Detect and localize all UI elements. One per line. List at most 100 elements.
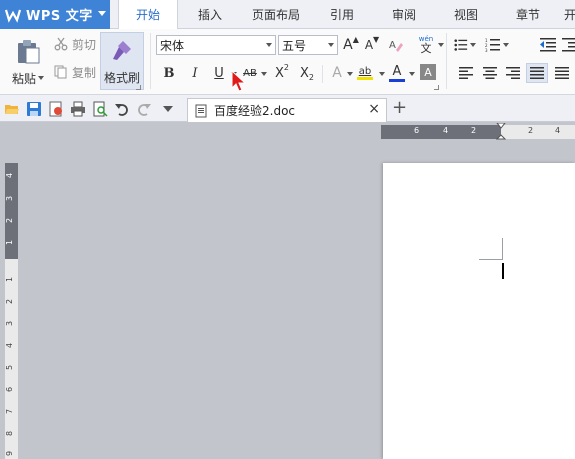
bullet-list-icon bbox=[454, 39, 468, 51]
superscript-button[interactable]: X2 bbox=[272, 63, 292, 83]
chevron-down-icon bbox=[438, 43, 444, 47]
character-shading-button[interactable]: A bbox=[420, 64, 436, 80]
grow-font-icon: A bbox=[343, 37, 353, 53]
divider bbox=[446, 33, 447, 89]
decrease-indent-button[interactable] bbox=[538, 35, 558, 55]
export-pdf-icon[interactable] bbox=[48, 101, 64, 117]
align-center-button[interactable] bbox=[482, 65, 498, 81]
align-left-icon bbox=[459, 67, 473, 79]
numbered-list-icon: 1 2 3 bbox=[485, 38, 500, 52]
align-justify-icon bbox=[530, 67, 544, 79]
grow-font-button[interactable]: A ▲ bbox=[342, 35, 360, 55]
eraser-icon: A bbox=[389, 40, 403, 52]
copy-button[interactable]: 复制 bbox=[52, 63, 98, 81]
undo-icon[interactable] bbox=[114, 101, 130, 117]
chevron-down-icon bbox=[347, 72, 353, 76]
paste-icon bbox=[18, 39, 40, 63]
app-menu-button[interactable]: WPS 文字 bbox=[0, 0, 110, 29]
watermark-logo: Bai 经验 bbox=[435, 401, 521, 426]
horizontal-ruler[interactable]: 6 4 2 2 4 bbox=[381, 123, 575, 141]
clear-format-button[interactable]: A bbox=[386, 35, 406, 55]
pinyin-guide-button[interactable]: wén 文 bbox=[412, 33, 440, 55]
margin-marker bbox=[479, 259, 502, 260]
align-center-icon bbox=[483, 67, 497, 79]
tab-review[interactable]: 审阅 bbox=[380, 0, 428, 29]
font-color-bar bbox=[389, 78, 405, 82]
cut-button[interactable]: 剪切 bbox=[52, 35, 98, 53]
tab-insert[interactable]: 插入 bbox=[186, 0, 234, 29]
save-icon[interactable] bbox=[26, 101, 42, 117]
format-painter-button[interactable]: 格式刷 bbox=[100, 32, 144, 90]
shrink-font-button[interactable]: A ▼ bbox=[363, 35, 381, 55]
underline-button[interactable]: U bbox=[210, 63, 228, 83]
document-icon bbox=[195, 104, 207, 117]
ruler-tick: 5 bbox=[5, 364, 15, 371]
ruler-tick: 4 bbox=[443, 126, 449, 135]
tab-page-layout[interactable]: 页面布局 bbox=[244, 0, 308, 29]
document-tab[interactable]: 百度经验2.doc × bbox=[187, 98, 387, 122]
ruler-text-area: 1 2 3 4 5 6 7 8 9 bbox=[5, 259, 18, 459]
indent-icon bbox=[562, 38, 575, 52]
vertical-ruler[interactable]: 4 3 2 1 1 2 3 4 5 6 7 8 9 bbox=[5, 163, 18, 459]
font-color-glyph: A bbox=[392, 63, 402, 79]
scissors-icon bbox=[54, 37, 68, 51]
align-distributed-icon bbox=[555, 67, 569, 79]
indent-marker-icon[interactable] bbox=[496, 123, 506, 141]
numbering-button[interactable]: 1 2 3 bbox=[484, 35, 510, 55]
app-name: WPS 文字 bbox=[26, 9, 93, 24]
ruler-text-area: 2 4 bbox=[501, 125, 575, 139]
tab-sections[interactable]: 章节 bbox=[504, 0, 552, 29]
ribbon: 粘贴 剪切 复制 格式刷 宋体 五号 A ▲ A ▼ A wén 文 B I U… bbox=[0, 29, 575, 95]
watermark: Bai 经验 jingyan.baidu.com bbox=[435, 395, 521, 435]
wps-logo-icon bbox=[5, 9, 21, 23]
ruler-tick: 3 bbox=[5, 320, 15, 327]
chevron-down-icon bbox=[261, 72, 267, 76]
dialog-launcher-icon[interactable] bbox=[136, 85, 141, 90]
paste-button[interactable]: 粘贴 bbox=[8, 33, 48, 91]
chevron-down-icon bbox=[98, 11, 106, 16]
close-tab-button[interactable]: × bbox=[368, 101, 380, 117]
divider bbox=[322, 65, 323, 83]
tab-view[interactable]: 视图 bbox=[442, 0, 490, 29]
tab-home[interactable]: 开始 bbox=[118, 0, 178, 30]
format-painter-label: 格式刷 bbox=[103, 70, 140, 85]
font-size-select[interactable]: 五号 bbox=[278, 35, 338, 55]
divider bbox=[150, 33, 151, 89]
highlight-glyph: ab bbox=[358, 66, 372, 77]
ruler-tick: 4 bbox=[555, 126, 561, 135]
chevron-down-icon bbox=[328, 43, 334, 47]
subscript-label: X bbox=[300, 65, 309, 81]
tab-references[interactable]: 引用 bbox=[318, 0, 366, 29]
chevron-down-icon bbox=[470, 43, 476, 47]
tab-partial[interactable]: 开 bbox=[560, 0, 575, 29]
dialog-launcher-icon[interactable] bbox=[434, 85, 439, 90]
redo-icon[interactable] bbox=[136, 101, 152, 117]
distributed-align-button[interactable] bbox=[554, 65, 570, 81]
customize-toolbar-icon[interactable] bbox=[162, 105, 174, 113]
align-right-button[interactable] bbox=[505, 65, 521, 81]
new-tab-button[interactable]: + bbox=[392, 97, 407, 118]
font-name-select[interactable]: 宋体 bbox=[156, 35, 276, 55]
justify-button[interactable] bbox=[526, 63, 548, 83]
font-color-button[interactable]: A bbox=[387, 62, 407, 84]
svg-text:3: 3 bbox=[485, 48, 488, 52]
bold-button[interactable]: B bbox=[160, 63, 178, 83]
increase-indent-button[interactable] bbox=[562, 35, 575, 55]
ruler-tick: 8 bbox=[5, 430, 15, 437]
ruler-tick: 4 bbox=[5, 172, 15, 179]
highlight-button[interactable]: ab bbox=[354, 62, 376, 84]
align-left-button[interactable] bbox=[458, 65, 474, 81]
italic-button[interactable]: I bbox=[186, 63, 204, 83]
subscript-button[interactable]: X2 bbox=[297, 63, 317, 83]
print-icon[interactable] bbox=[70, 101, 86, 117]
paintbrush-icon bbox=[113, 40, 131, 60]
print-preview-icon[interactable] bbox=[92, 101, 108, 117]
svg-text:A: A bbox=[389, 40, 396, 51]
ruler-tick: 2 bbox=[471, 126, 477, 135]
menu-bar: WPS 文字 开始 插入 页面布局 引用 审阅 视图 章节 开 bbox=[0, 0, 575, 30]
watermark-url: jingyan.baidu.com bbox=[435, 425, 519, 435]
open-folder-icon[interactable] bbox=[4, 101, 20, 117]
bullets-button[interactable] bbox=[454, 35, 476, 55]
chevron-down-icon bbox=[409, 72, 415, 76]
text-effect-button[interactable]: A bbox=[328, 63, 346, 83]
